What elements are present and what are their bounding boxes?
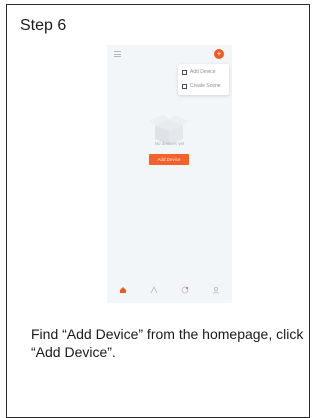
menu-icon[interactable]: [114, 51, 121, 57]
scene-icon: [182, 83, 187, 89]
phone-screenshot: + Add Device Create Scene No devices yet…: [107, 45, 232, 303]
me-icon: [213, 286, 220, 294]
step-card: Step 6 + Add Device Create Scene No devi…: [6, 4, 310, 418]
tab-smart[interactable]: [149, 285, 159, 295]
bottom-tab-bar: [107, 281, 232, 299]
popup-item-label: Create Scene: [190, 83, 221, 89]
popup-item-add-device[interactable]: Add Device: [182, 67, 216, 77]
popup-item-label: Add Device: [190, 69, 216, 75]
home-icon: [119, 287, 126, 293]
tab-me[interactable]: [211, 285, 221, 295]
add-device-button[interactable]: Add Device: [149, 154, 189, 165]
add-popup-menu: Add Device Create Scene: [178, 64, 229, 95]
step-title: Step 6: [20, 17, 67, 34]
scan-icon: [182, 69, 187, 75]
mall-icon: [181, 286, 189, 294]
popup-item-create-scene[interactable]: Create Scene: [182, 81, 221, 91]
add-plus-button[interactable]: +: [214, 49, 224, 59]
smart-icon: [150, 286, 158, 294]
tab-mall[interactable]: [180, 285, 190, 295]
tab-home[interactable]: [118, 285, 128, 295]
empty-state-text: No devices yet: [154, 141, 185, 146]
instruction-text: Find “Add Device” from the homepage, cli…: [31, 326, 304, 360]
